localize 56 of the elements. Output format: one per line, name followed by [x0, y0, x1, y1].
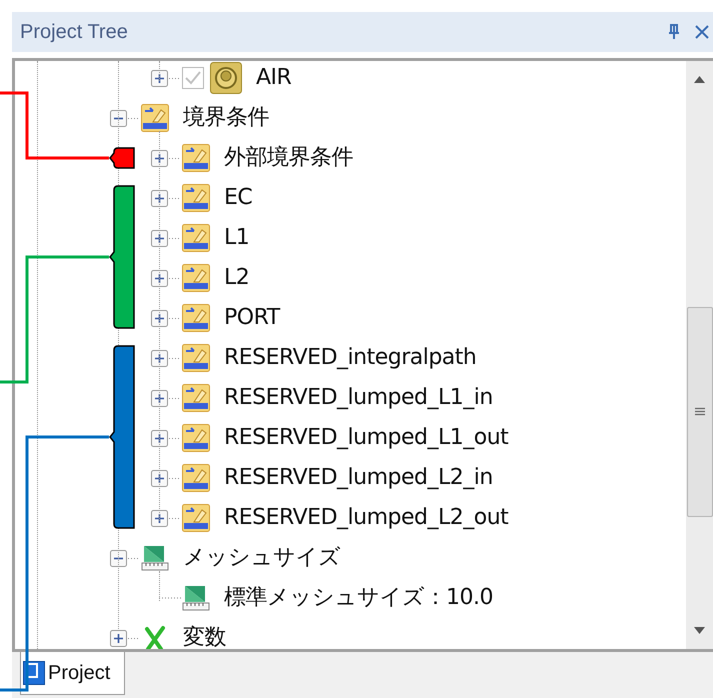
- scrollbar[interactable]: [686, 61, 713, 649]
- boundary-icon: [182, 264, 210, 292]
- boundary-icon: [182, 464, 210, 492]
- expand-button[interactable]: [110, 630, 139, 646]
- expand-button[interactable]: [151, 510, 180, 526]
- expand-button[interactable]: [151, 70, 180, 86]
- tree-item-label[interactable]: RESERVED_lumped_L2_out: [224, 507, 508, 529]
- expand-button[interactable]: [151, 310, 180, 326]
- tree-item-label[interactable]: 境界条件: [183, 107, 269, 129]
- tree-item-label[interactable]: L2: [224, 267, 250, 289]
- tree-item-label[interactable]: PORT: [224, 307, 280, 329]
- tree-item-label[interactable]: L1: [224, 227, 250, 249]
- scroll-thumb[interactable]: [687, 307, 713, 517]
- ruler-triangle-icon: [141, 544, 169, 572]
- expand-button[interactable]: [151, 470, 180, 486]
- tree-item-label[interactable]: 変数: [183, 627, 226, 649]
- boundary-icon: [182, 304, 210, 332]
- boundary-icon: [182, 384, 210, 412]
- tree-item-label[interactable]: AIR: [256, 67, 292, 89]
- boundary-icon: [182, 344, 210, 372]
- collapse-button[interactable]: [110, 110, 139, 126]
- boundary-icon: [182, 144, 210, 172]
- collapse-button[interactable]: [110, 550, 139, 566]
- checkbox[interactable]: [182, 67, 204, 89]
- tree-item-label[interactable]: RESERVED_integralpath: [224, 347, 476, 369]
- expand-button[interactable]: [151, 390, 180, 406]
- scroll-down-icon[interactable]: [694, 627, 705, 634]
- boundary-icon: [182, 184, 210, 212]
- ruler-triangle-icon: [182, 584, 210, 612]
- tree-connector-line: [159, 597, 182, 599]
- expand-button[interactable]: [151, 230, 180, 246]
- material-icon: [210, 62, 242, 94]
- tree-guide-line: [159, 61, 160, 81]
- tree-item-label[interactable]: EC: [224, 187, 252, 209]
- expand-button[interactable]: [151, 350, 180, 366]
- tree-item-label[interactable]: メッシュサイズ: [183, 547, 340, 569]
- close-icon[interactable]: [695, 25, 709, 39]
- boundary-icon: [182, 224, 210, 252]
- expand-button[interactable]: [151, 150, 180, 166]
- pin-icon[interactable]: [667, 24, 681, 40]
- expand-button[interactable]: [151, 190, 180, 206]
- tree-item-label[interactable]: RESERVED_lumped_L1_out: [224, 427, 508, 449]
- tree-item-label[interactable]: RESERVED_lumped_L1_in: [224, 387, 493, 409]
- expand-button[interactable]: [151, 270, 180, 286]
- tree-guide-line: [159, 571, 160, 601]
- panel-title: Project Tree: [20, 20, 129, 45]
- tree-item-label[interactable]: 外部境界条件: [224, 147, 353, 169]
- boundary-icon: [182, 504, 210, 532]
- tree-item-label[interactable]: 標準メッシュサイズ：10.0: [224, 587, 493, 609]
- expand-button[interactable]: [151, 430, 180, 446]
- tree-item-label[interactable]: RESERVED_lumped_L2_in: [224, 467, 493, 489]
- scroll-up-icon[interactable]: [694, 76, 705, 83]
- panel-tab[interactable]: Project: [20, 651, 126, 695]
- boundary-icon: [141, 104, 169, 132]
- grip-icon: [695, 407, 705, 417]
- boundary-icon: [182, 424, 210, 452]
